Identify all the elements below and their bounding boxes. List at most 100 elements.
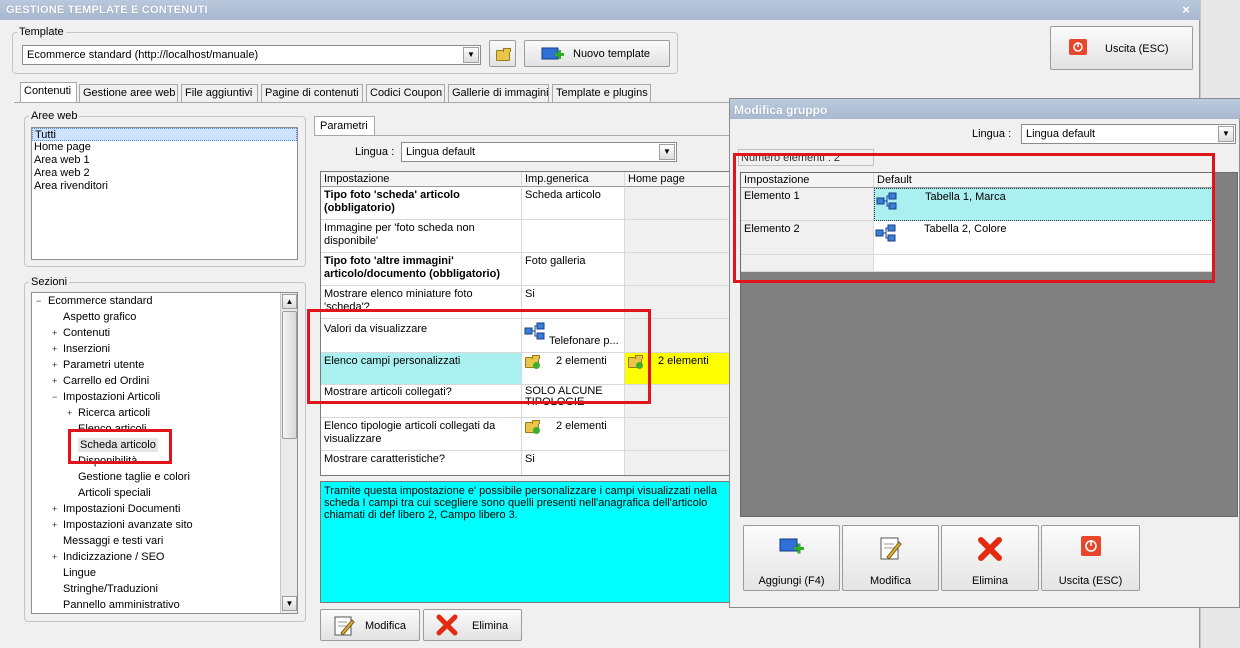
tree-expander[interactable]: + xyxy=(52,344,57,354)
tree-item[interactable]: Aspetto grafico xyxy=(63,310,136,324)
setting-value[interactable]: SOLO ALCUNE TIPOLOGIE xyxy=(522,385,625,418)
setting-home[interactable] xyxy=(625,220,733,253)
list-item[interactable]: Area web 1 xyxy=(32,154,297,167)
tree-item[interactable]: Impostazioni Articoli xyxy=(63,390,160,404)
setting-home[interactable] xyxy=(625,451,733,475)
setting-home[interactable] xyxy=(625,385,733,418)
setting-value: 2 elementi xyxy=(556,355,607,367)
tree-expander[interactable]: + xyxy=(52,328,57,338)
element-value-cell[interactable]: Tabella 1, Marca xyxy=(874,188,1213,221)
tree-item[interactable]: Contenuti xyxy=(63,326,110,340)
tree-expander[interactable]: + xyxy=(52,520,57,530)
tree-item[interactable]: Ecommerce standard xyxy=(48,294,153,308)
tree-expander[interactable]: + xyxy=(52,552,57,562)
new-template-button[interactable]: Nuovo template xyxy=(524,40,670,67)
tab-codici-coupon[interactable]: Codici Coupon xyxy=(366,84,445,102)
tree-item[interactable]: Elenco articoli xyxy=(78,422,146,436)
elimina-button[interactable]: Elimina xyxy=(423,609,522,641)
dialog-elimina-button[interactable]: Elimina xyxy=(941,525,1039,591)
tree-expander[interactable]: − xyxy=(36,296,41,306)
tree-expander[interactable]: + xyxy=(67,408,72,418)
setting-name: Tipo foto 'scheda' articolo (obbligatori… xyxy=(321,187,522,220)
scroll-down-icon[interactable]: ▼ xyxy=(282,596,297,611)
dialog-elimina-label: Elimina xyxy=(971,575,1009,587)
setting-value[interactable] xyxy=(522,220,625,253)
setting-home[interactable] xyxy=(625,187,733,220)
chevron-down-icon[interactable]: ▼ xyxy=(659,144,675,160)
setting-value[interactable]: Si xyxy=(522,286,625,319)
chevron-down-icon[interactable]: ▼ xyxy=(1218,126,1234,142)
tree-expander[interactable]: − xyxy=(52,392,57,402)
scroll-thumb[interactable] xyxy=(282,311,297,439)
tree-item[interactable]: Articoli speciali xyxy=(78,486,151,500)
lingua-select[interactable]: Lingua default ▼ xyxy=(401,142,677,162)
open-folder-button[interactable] xyxy=(489,40,516,67)
dialog-lingua-value: Lingua default xyxy=(1026,128,1096,140)
close-icon[interactable]: × xyxy=(1178,2,1194,18)
tab-pagine-contenuti[interactable]: Pagine di contenuti xyxy=(261,84,363,102)
chevron-down-icon[interactable]: ▼ xyxy=(463,47,479,63)
setting-value-cell[interactable]: 2 elementi xyxy=(522,418,625,451)
element-value-cell[interactable]: Tabella 2, Colore xyxy=(874,221,1213,255)
setting-home[interactable] xyxy=(625,319,733,353)
tree-item[interactable]: Carrello ed Ordini xyxy=(63,374,149,388)
setting-value-cell[interactable]: 2 elementi xyxy=(522,353,625,385)
tab-contenuti[interactable]: Contenuti xyxy=(20,82,77,103)
setting-value[interactable]: Foto galleria xyxy=(522,253,625,286)
empty-row xyxy=(741,255,874,272)
tree-item[interactable]: Stringhe/Traduzioni xyxy=(63,582,158,596)
tab-gestione-aree-web[interactable]: Gestione aree web xyxy=(79,84,178,102)
tree-expander[interactable]: + xyxy=(52,360,57,370)
aggiungi-button[interactable]: Aggiungi (F4) xyxy=(743,525,840,591)
list-item[interactable]: Area web 2 xyxy=(32,167,297,180)
tab-file-aggiuntivi[interactable]: File aggiuntivi xyxy=(181,84,258,102)
tree-expander[interactable]: + xyxy=(52,504,57,514)
tree-item[interactable]: Lingue xyxy=(63,566,96,580)
list-item[interactable]: Home page xyxy=(32,141,297,154)
tree-expander[interactable]: + xyxy=(52,376,57,386)
dialog-modifica-button[interactable]: Modifica xyxy=(842,525,939,591)
tree-item[interactable]: Indicizzazione / SEO xyxy=(63,550,165,564)
dialog-lingua-select[interactable]: Lingua default ▼ xyxy=(1021,124,1236,144)
tab-parametri[interactable]: Parametri xyxy=(314,116,375,136)
tree-item[interactable]: Pannello amministrativo xyxy=(63,598,180,612)
setting-home[interactable] xyxy=(625,253,733,286)
template-select[interactable]: Ecommerce standard (http://localhost/man… xyxy=(22,45,481,65)
elimina-label: Elimina xyxy=(472,620,509,632)
setting-value[interactable]: Si xyxy=(522,451,625,475)
modifica-button[interactable]: Modifica xyxy=(320,609,420,641)
tree-item[interactable]: Impostazioni avanzate sito xyxy=(63,518,193,532)
tab-template-plugins[interactable]: Template e plugins xyxy=(552,84,651,102)
tree-item[interactable]: Parametri utente xyxy=(63,358,144,372)
scroll-up-icon[interactable]: ▲ xyxy=(282,294,297,309)
green-dot-icon xyxy=(533,362,540,369)
aree-web-list: Tutti Home page Area web 1 Area web 2 Ar… xyxy=(31,127,298,260)
tree-item-selected[interactable]: Scheda articolo xyxy=(78,438,158,452)
exit-button[interactable]: Uscita (ESC) xyxy=(1050,26,1193,70)
list-item[interactable]: Area rivenditori xyxy=(32,180,297,193)
tree-item[interactable]: Inserzioni xyxy=(63,342,110,356)
tree-item[interactable]: Gestione taglie e colori xyxy=(78,470,190,484)
element-value: Tabella 1, Marca xyxy=(925,191,1006,203)
tree-item[interactable]: Messaggi e testi vari xyxy=(63,534,163,548)
setting-home-cell[interactable]: 2 elementi xyxy=(625,353,733,385)
tab-gallerie-immagini[interactable]: Gallerie di immagini xyxy=(448,84,549,102)
setting-value: 2 elementi xyxy=(556,420,607,432)
setting-home[interactable] xyxy=(625,286,733,319)
tree-scrollbar[interactable]: ▲ ▼ xyxy=(280,293,297,613)
column-header: Impostazione xyxy=(321,172,522,187)
setting-home: 2 elementi xyxy=(658,355,709,367)
dialog-exit-button[interactable]: Uscita (ESC) xyxy=(1041,525,1140,591)
setting-name: Mostrare articoli collegati? xyxy=(321,385,522,418)
column-header: Home page xyxy=(625,172,733,187)
edit-icon xyxy=(334,616,355,636)
setting-value-cell[interactable]: Telefonare p... xyxy=(522,319,625,353)
setting-home[interactable] xyxy=(625,418,733,451)
tree-item[interactable]: Disponibilità xyxy=(78,454,137,468)
tree-item[interactable]: Impostazioni Documenti xyxy=(63,502,180,516)
empty-row xyxy=(874,255,1213,272)
list-item[interactable]: Tutti xyxy=(32,128,297,141)
setting-value[interactable]: Scheda articolo xyxy=(522,187,625,220)
tree-item[interactable]: Ricerca articoli xyxy=(78,406,150,420)
element-count: Numero elementi : 2 xyxy=(738,149,874,166)
